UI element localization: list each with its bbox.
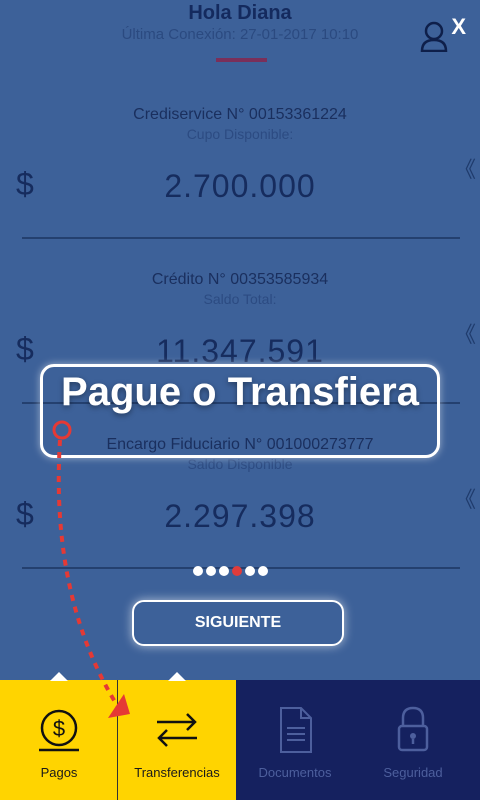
- lock-icon: [397, 706, 429, 752]
- tab-indicator: [168, 672, 186, 681]
- pagination-dot: [232, 566, 242, 576]
- account-amount: 2.297.398: [164, 498, 316, 534]
- pagination-dots: [193, 566, 268, 576]
- pagination-dot: [219, 566, 229, 576]
- account-amount: 2.700.000: [164, 168, 316, 204]
- tab-label: Transferencias: [134, 765, 220, 780]
- last-connection: Última Conexión: 27-01-2017 10:10: [121, 26, 359, 43]
- tab-seguridad[interactable]: Seguridad: [354, 680, 472, 800]
- tab-documentos[interactable]: Documentos: [236, 680, 354, 800]
- close-icon[interactable]: X: [451, 14, 466, 40]
- transfer-icon: [157, 713, 197, 747]
- account-name: Crediservice N° 00153361224: [133, 106, 347, 123]
- tab-label: Seguridad: [383, 765, 443, 780]
- account-name: Crédito N° 00353585934: [151, 271, 329, 288]
- pagination-dot: [193, 566, 203, 576]
- home-screen: Hola Diana Última Conexión: 27-01-2017 1…: [0, 0, 480, 680]
- account-subtitle: Cupo Disponible:: [186, 126, 294, 142]
- greeting: Hola Diana: [188, 2, 292, 24]
- tab-label: Pagos: [40, 765, 78, 780]
- next-button[interactable]: SIGUIENTE: [132, 600, 344, 646]
- chevron-left-icon[interactable]: 《: [454, 482, 476, 514]
- tab-transferencias[interactable]: Transferencias: [118, 672, 236, 800]
- tab-indicator: [50, 672, 68, 681]
- title-underline: [216, 58, 267, 62]
- pagination-dot: [245, 566, 255, 576]
- pay-icon: $: [39, 709, 79, 752]
- svg-text:$: $: [53, 716, 65, 741]
- chevron-left-icon[interactable]: 《: [454, 152, 476, 184]
- divider: [22, 237, 460, 239]
- pagination-dot: [258, 566, 268, 576]
- chevron-left-icon[interactable]: 《: [454, 317, 476, 349]
- document-icon: [280, 707, 312, 753]
- tab-label: Documentos: [258, 765, 332, 780]
- tab-pagos[interactable]: $ Pagos: [0, 672, 118, 800]
- user-icon: [420, 21, 448, 52]
- bottom-nav: $ Pagos Transferencias Documentos Seguri…: [0, 672, 480, 800]
- user-menu-button[interactable]: X: [420, 14, 466, 54]
- account-subtitle: Saldo Total:: [203, 291, 277, 307]
- onboarding-title: Pague o Transfiera: [61, 370, 419, 414]
- account-subtitle: Saldo Disponible: [187, 456, 293, 472]
- pagination-dot: [206, 566, 216, 576]
